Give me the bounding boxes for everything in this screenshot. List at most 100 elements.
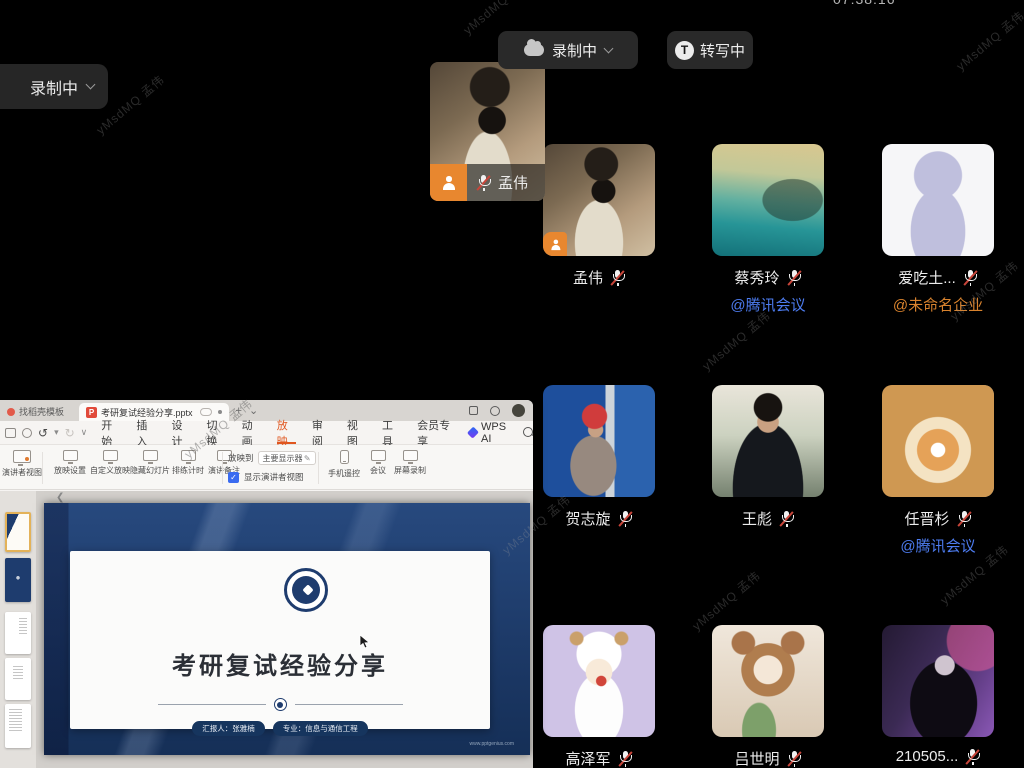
avatar [882,144,994,256]
participant-name-row: 高泽军 [523,748,675,768]
slide-canvas: 考研复试经验分享 汇报人：张雅楠 专业：信息与通信工程 www.pptgeniu… [44,503,530,755]
collapse-panel-chevron[interactable]: ❮ [56,492,64,503]
menu-home[interactable]: 开始 [93,421,128,444]
edit-pen-icon: ✎ [304,454,311,463]
mic-muted-icon [610,269,625,286]
wps-presentation-window: 找稻壳模板 P 考研复试经验分享.pptx + ⌄ ↺▾ ↻ ∨ [0,400,533,768]
menu-animation[interactable]: 动画 [234,421,269,444]
avatar [543,385,655,497]
participant-name: 任晋杉 [904,508,949,529]
avatar [543,625,655,737]
mic-muted-icon [618,510,633,527]
menu-member[interactable]: 会员专享 [409,421,463,444]
display-target-dropdown[interactable]: 主要显示器 ✎ [258,451,316,465]
avatar [712,144,824,256]
presenter-view-button[interactable]: 演讲者视图 [0,450,44,478]
slide-title-card: 考研复试经验分享 汇报人：张雅楠 专业：信息与通信工程 [70,551,490,729]
show-presenter-view-option[interactable]: 显示演讲者视图 [228,471,304,483]
cloud-recording-icon [524,44,544,56]
participant-org-tag: @腾讯会议 [682,294,854,315]
slideshow-settings-icon [63,450,78,461]
menu-design[interactable]: 设计 [163,421,198,444]
slide-thumbnail[interactable] [5,512,31,552]
recording-status-pill[interactable]: 录制中 [498,31,638,69]
person-icon [549,239,560,249]
tab-list-chevron[interactable]: ⌄ [249,404,258,417]
slide-thumbnail[interactable] [5,658,31,700]
phone-remote-icon [340,450,349,464]
menu-view[interactable]: 视图 [339,421,374,444]
watermark: yMsdMQ 孟伟 [698,307,774,374]
self-view-tile[interactable]: 孟伟 [430,62,545,201]
title-divider [70,698,490,711]
slideshow-ribbon: 演讲者视图 放映设置 自定义放映 隐藏幻灯片 排练计时 演讲备注 [0,445,533,490]
display-to-group: 放映到 主要显示器 ✎ [228,451,316,465]
tab-docer[interactable]: 找稻壳模板 [0,402,71,421]
participant-name: 王彪 [742,508,772,529]
slide-thumbnail[interactable] [5,704,31,748]
transcribe-icon [675,41,694,60]
search-icon[interactable] [523,427,533,438]
menu-tools[interactable]: 工具 [374,421,409,444]
participant-name-row: 贺志旋 [523,508,675,529]
slideshow-settings-button[interactable]: 放映设置 [48,450,92,476]
rehearse-timing-icon [181,450,196,461]
small-emblem-icon [274,698,287,711]
wps-ai-button[interactable]: WPS AI [469,421,513,445]
transcribe-status-pill[interactable]: 转写中 [667,31,753,69]
participant-tile[interactable] [712,625,824,737]
wps-ai-icon [467,427,479,439]
screen-record-button[interactable]: 屏幕录制 [388,450,432,476]
participant-tile[interactable] [712,385,824,497]
participant-name: 高泽军 [565,748,610,768]
chevron-down-icon[interactable] [604,43,614,53]
restore-window-icon[interactable] [469,406,478,415]
menu-transition[interactable]: 切换 [199,421,234,444]
account-avatar[interactable] [512,404,525,417]
docer-icon [7,408,15,416]
participant-tile[interactable] [882,625,994,737]
participant-name-row: 孟伟 [523,267,675,288]
participant-name-row: 王彪 [692,508,844,529]
major-badge: 专业：信息与通信工程 [273,721,368,736]
preview-icon[interactable] [22,428,32,438]
avatar [712,385,824,497]
slide-thumbnail[interactable] [5,612,31,654]
participant-tile[interactable] [882,144,994,256]
mic-muted-icon [963,269,978,286]
participant-tile[interactable] [543,144,655,256]
menu-slideshow[interactable]: 放映 [269,421,304,444]
participant-tile[interactable] [882,385,994,497]
participant-name: 蔡秀玲 [734,267,779,288]
presenter-badge [543,232,567,256]
help-icon[interactable] [490,406,500,416]
participant-name: 吕世明 [734,748,779,768]
self-view-overlay: 孟伟 [430,164,545,201]
menu-insert[interactable]: 插入 [128,421,163,444]
redo-icon[interactable]: ↻ [65,426,75,440]
custom-slideshow-button[interactable]: 自定义放映 [88,450,132,476]
comment-icon[interactable] [200,408,212,416]
participant-tile[interactable] [543,385,655,497]
avatar [712,625,824,737]
unsaved-dot-icon [218,410,222,414]
chevron-down-icon[interactable] [86,80,96,90]
participant-name-row: 爱吃土... [862,267,1014,288]
slide-title: 考研复试经验分享 [70,646,490,681]
mic-muted-icon [618,750,633,767]
screen-record-icon [403,450,418,461]
undo-dropdown-icon[interactable]: ▾ [54,427,59,438]
hide-slide-icon [143,450,158,461]
corner-recording-pill[interactable]: 录制中 [0,64,108,109]
participant-tile[interactable] [712,144,824,256]
participant-name-row: 210505... [862,748,1014,765]
checkbox-checked-icon[interactable] [228,472,239,483]
menu-review[interactable]: 审阅 [304,421,339,444]
new-tab-button[interactable]: + [236,405,242,417]
undo-icon[interactable]: ↺ [38,426,48,440]
customize-toolbar-chevron[interactable]: ∨ [81,427,88,438]
slide-thumbnail[interactable] [5,558,31,602]
participant-tile[interactable] [543,625,655,737]
document-area: ❮ 考研复试经验分享 汇报人：张雅楠 专业：信息与通信工程 [0,491,533,768]
print-icon[interactable] [5,428,16,438]
